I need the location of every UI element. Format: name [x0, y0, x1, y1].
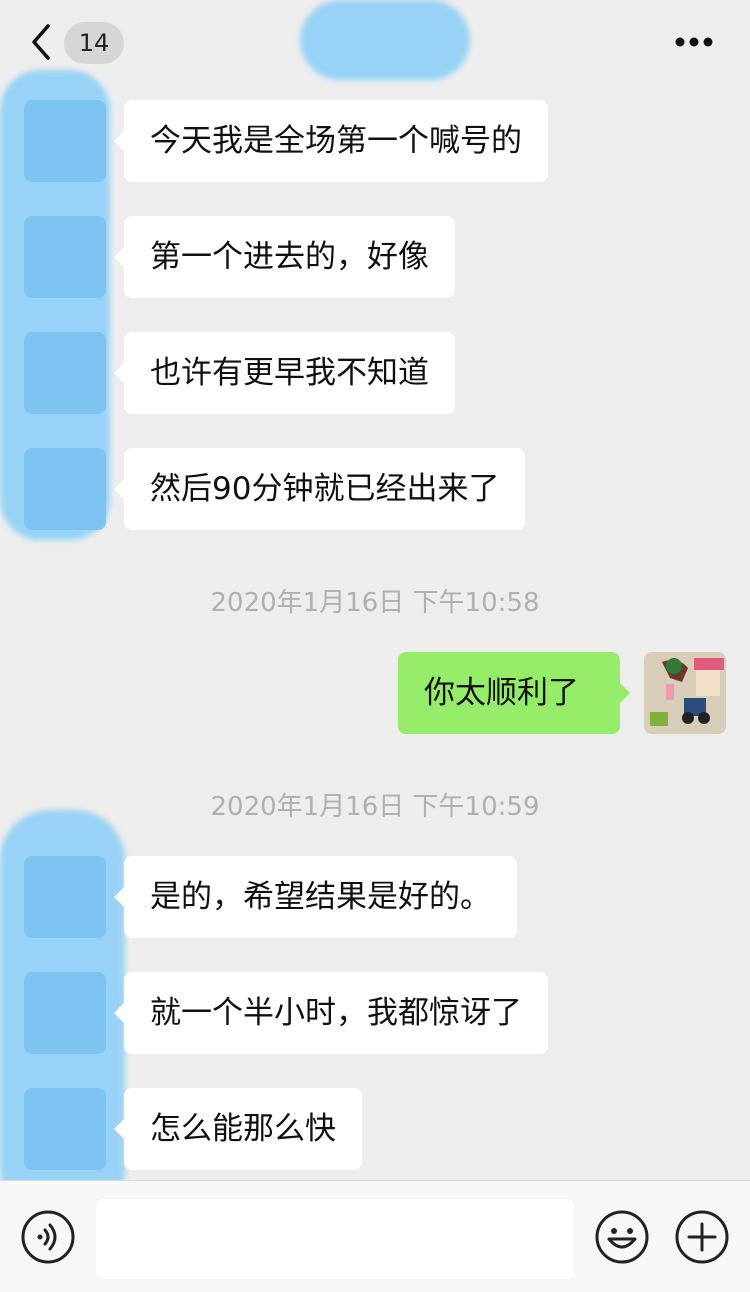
- contact-avatar[interactable]: [24, 100, 106, 182]
- emoji-icon[interactable]: [594, 1209, 650, 1265]
- back-arrow-icon[interactable]: [28, 24, 56, 60]
- message-bubble[interactable]: 今天我是全场第一个喊号的: [114, 100, 548, 182]
- more-options-icon[interactable]: [674, 36, 714, 48]
- contact-avatar[interactable]: [24, 332, 106, 414]
- voice-input-icon[interactable]: [20, 1209, 76, 1265]
- contact-avatar[interactable]: [24, 972, 106, 1054]
- contact-avatar[interactable]: [24, 216, 106, 298]
- message-bubble[interactable]: 然后90分钟就已经出来了: [113, 448, 526, 530]
- my-message-bubble[interactable]: 你太顺利了: [398, 652, 630, 734]
- message-bubble[interactable]: 也许有更早我不知道: [114, 332, 455, 414]
- unread-count-badge[interactable]: 14: [64, 22, 124, 64]
- message-bubble[interactable]: 怎么能那么快: [114, 1088, 362, 1170]
- message-timestamp: 2020年1月16日 下午10:59: [210, 792, 540, 822]
- redaction-blur: [300, 0, 470, 80]
- contact-avatar[interactable]: [24, 448, 106, 530]
- add-more-icon[interactable]: [674, 1209, 730, 1265]
- message-bubble[interactable]: 是的，希望结果是好的。: [114, 856, 517, 938]
- contact-avatar[interactable]: [24, 856, 106, 938]
- message-timestamp: 2020年1月16日 下午10:58: [210, 588, 540, 618]
- contact-avatar[interactable]: [24, 1088, 106, 1170]
- my-avatar[interactable]: [644, 652, 726, 734]
- message-bubble[interactable]: 就一个半小时，我都惊讶了: [114, 972, 548, 1054]
- avatar-image: [644, 652, 726, 734]
- message-bubble[interactable]: 第一个进去的，好像: [114, 216, 455, 298]
- message-input-bar: [0, 1180, 750, 1292]
- message-text-input[interactable]: [96, 1199, 574, 1279]
